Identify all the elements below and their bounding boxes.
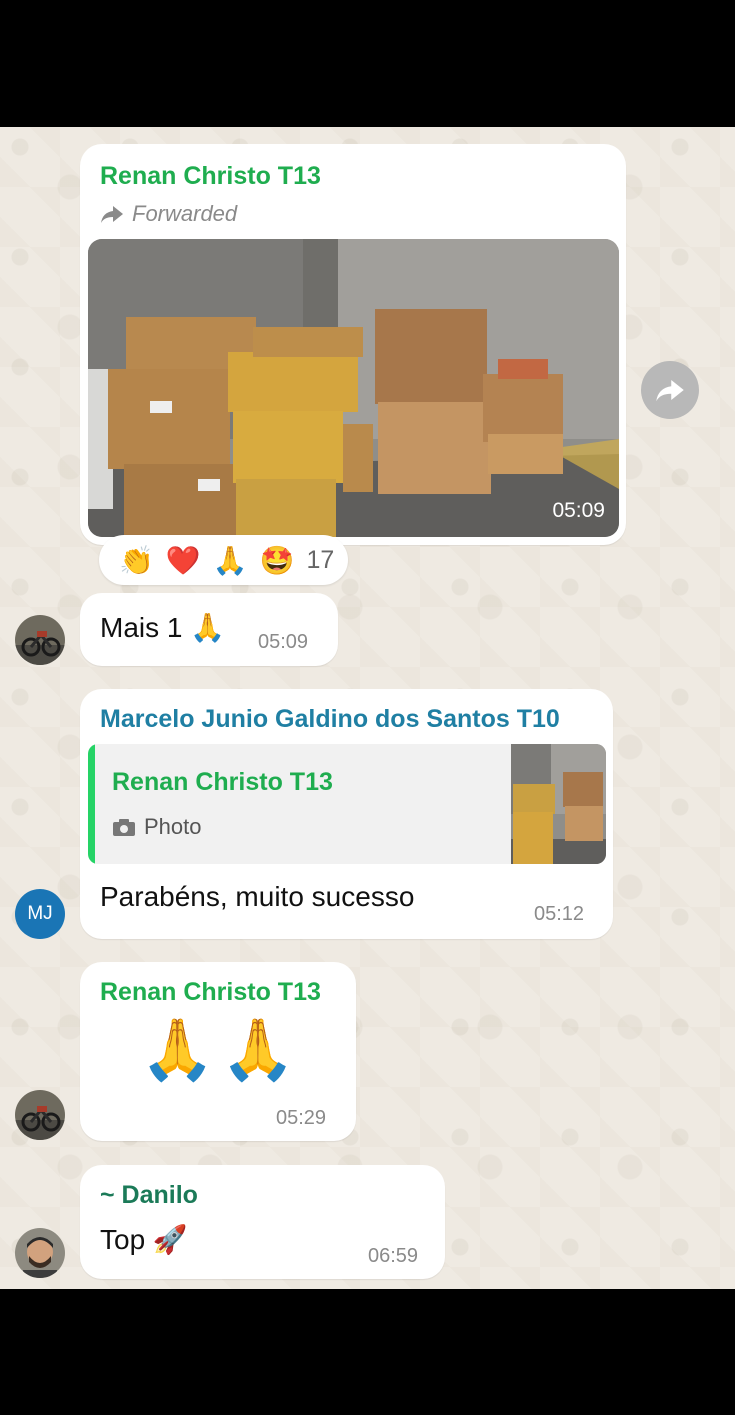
text-message-bubble[interactable]: ~ Danilo Top 🚀 06:59 (80, 1165, 445, 1279)
quoted-type-label: Photo (144, 814, 202, 839)
text-message-bubble[interactable]: Mais 1 🙏 05:09 (80, 593, 338, 666)
quoted-photo-thumbnail (511, 744, 606, 864)
sender-name: Renan Christo T13 (100, 162, 321, 190)
avatar-initials[interactable]: MJ (15, 889, 65, 939)
forwarded-indicator: Forwarded (100, 201, 237, 227)
message-text: Top 🚀 (100, 1224, 188, 1255)
share-forward-icon (655, 377, 685, 403)
photo-message-bubble[interactable]: Renan Christo T13 Forwarded 05:09 (80, 144, 626, 545)
emoji-message-bubble[interactable]: Renan Christo T13 🙏🙏 05:29 (80, 962, 356, 1141)
reaction-heart: ❤️ (165, 544, 201, 576)
message-timestamp: 06:59 (368, 1245, 419, 1267)
forward-icon (100, 204, 124, 224)
avatar[interactable] (15, 615, 65, 665)
message-text: Parabéns, muito sucesso (100, 881, 415, 912)
reactions-pill[interactable]: 👏 ❤️ 🙏 🤩 17 (99, 535, 349, 585)
reaction-clap: 👏 (119, 544, 154, 576)
quoted-message[interactable]: Renan Christo T13 Photo (88, 744, 606, 864)
photo-timestamp: 05:09 (552, 499, 605, 522)
quoted-type: Photo (112, 814, 202, 840)
share-forward-button[interactable] (641, 361, 699, 419)
large-emoji-text: 🙏🙏 (140, 1016, 302, 1083)
reaction-count: 17 (306, 545, 335, 574)
message-text: Mais 1 🙏 (100, 612, 226, 643)
avatar[interactable] (15, 1090, 65, 1140)
sender-name: ~ Danilo (100, 1181, 198, 1209)
quote-accent-bar (88, 744, 95, 864)
reaction-pray: 🙏 (212, 544, 248, 576)
chat-area[interactable]: Renan Christo T13 Forwarded 05:09 👏 ❤️ 🙏… (0, 127, 735, 1289)
photo-attachment[interactable]: 05:09 (88, 239, 619, 537)
reaction-star-struck: 🤩 (259, 544, 295, 576)
sender-name: Marcelo Junio Galdino dos Santos T10 (100, 705, 560, 733)
reply-message-bubble[interactable]: Marcelo Junio Galdino dos Santos T10 Ren… (80, 689, 613, 939)
sender-name: Renan Christo T13 (100, 978, 321, 1006)
camera-icon (112, 817, 136, 837)
message-timestamp: 05:12 (534, 903, 585, 925)
message-timestamp: 05:09 (258, 631, 309, 653)
message-timestamp: 05:29 (276, 1107, 327, 1129)
forwarded-label: Forwarded (132, 201, 238, 226)
avatar[interactable] (15, 1228, 65, 1278)
avatar-initials-text: MJ (27, 903, 53, 924)
quoted-sender-name: Renan Christo T13 (112, 768, 333, 796)
